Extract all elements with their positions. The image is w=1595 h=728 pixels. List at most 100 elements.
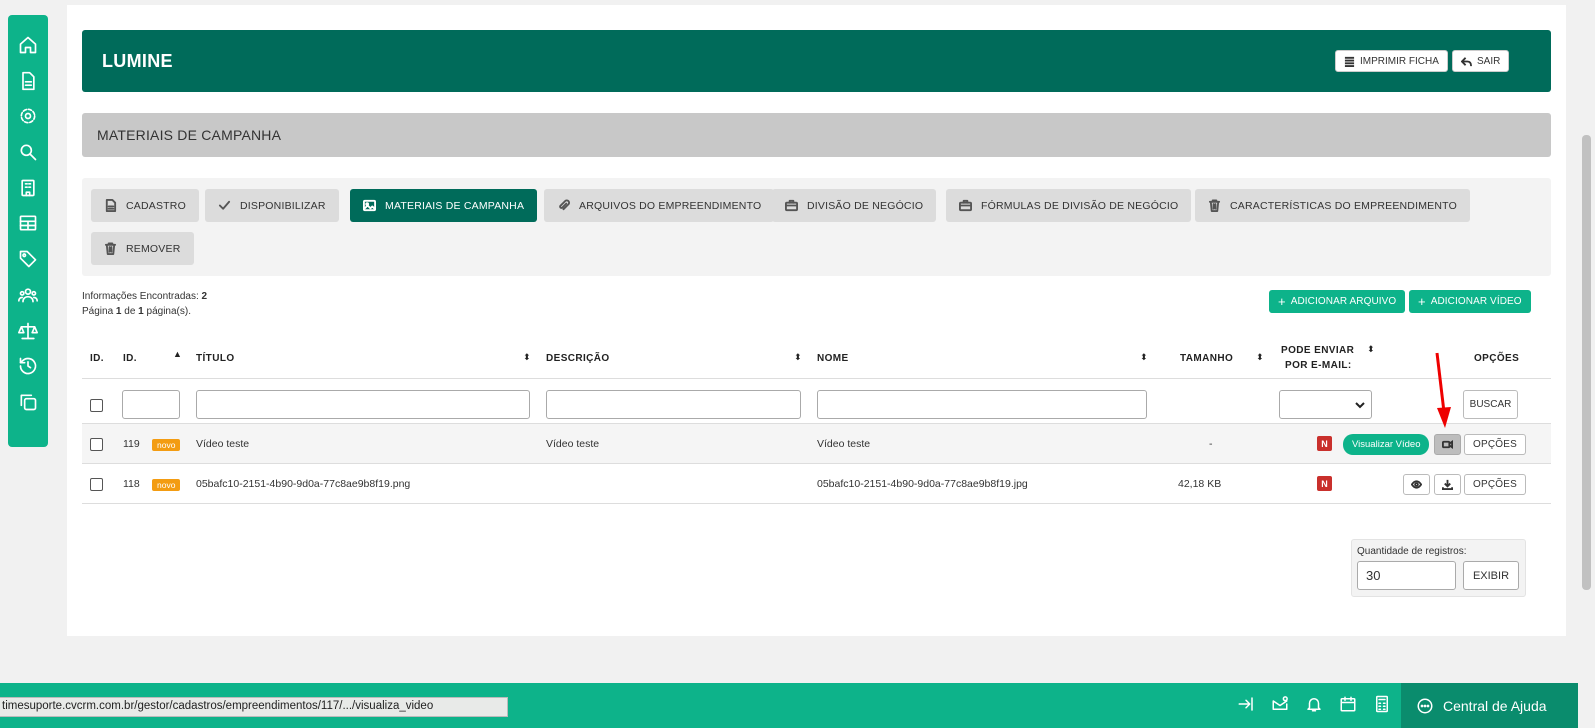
col-id[interactable]: ID. bbox=[123, 353, 137, 364]
row-size: 42,18 KB bbox=[1178, 478, 1222, 490]
building-icon[interactable] bbox=[16, 176, 40, 200]
show-button[interactable]: EXIBIR bbox=[1463, 561, 1519, 590]
records-input[interactable]: 30 bbox=[1357, 561, 1456, 590]
mail-notification-icon[interactable] bbox=[1269, 693, 1291, 715]
home-icon[interactable] bbox=[16, 33, 40, 57]
table-icon[interactable] bbox=[16, 211, 40, 235]
page-header: LUMINE IMPRIMIR FICHA SAIR bbox=[82, 30, 1551, 92]
filter-email-select[interactable] bbox=[1279, 390, 1372, 419]
search-button[interactable]: BUSCAR bbox=[1463, 390, 1518, 419]
exit-button[interactable]: SAIR bbox=[1452, 50, 1510, 72]
tab-remover[interactable]: REMOVER bbox=[91, 232, 194, 265]
main-panel: LUMINE IMPRIMIR FICHA SAIR MATERIAIS DE … bbox=[67, 5, 1566, 636]
row-size: - bbox=[1209, 438, 1213, 450]
section-bar: MATERIAIS DE CAMPANHA bbox=[82, 113, 1551, 157]
sort-icon[interactable]: ⬍ bbox=[1367, 344, 1375, 355]
paperclip-icon bbox=[559, 199, 570, 211]
list-icon bbox=[1344, 56, 1355, 67]
help-center-button[interactable]: Central de Ajuda bbox=[1401, 683, 1578, 728]
row-title: Vídeo teste bbox=[196, 438, 250, 450]
email-no-badge: N bbox=[1317, 436, 1332, 451]
chevron-down-icon bbox=[1355, 402, 1365, 409]
image-icon bbox=[363, 199, 376, 212]
filter-description-input[interactable] bbox=[546, 390, 801, 419]
scale-icon[interactable] bbox=[16, 319, 40, 343]
view-video-tooltip: Visualizar Vídeo bbox=[1343, 434, 1430, 455]
briefcase-icon bbox=[959, 199, 972, 212]
scrollbar[interactable] bbox=[1578, 0, 1595, 728]
col-description[interactable]: DESCRIÇÃO bbox=[546, 353, 610, 364]
add-file-button[interactable]: + ADICIONAR ARQUIVO bbox=[1269, 290, 1406, 313]
plus-icon: + bbox=[1418, 294, 1426, 309]
sign-in-icon[interactable] bbox=[1235, 693, 1257, 715]
plus-icon: + bbox=[1278, 294, 1286, 309]
row-id: 119 bbox=[123, 438, 140, 450]
search-icon[interactable] bbox=[16, 140, 40, 164]
row-name: Vídeo teste bbox=[817, 438, 871, 450]
tab-formulas-de-divisao[interactable]: FÓRMULAS DE DIVISÃO DE NEGÓCIO bbox=[946, 189, 1192, 222]
calculator-icon[interactable] bbox=[1371, 693, 1393, 715]
col-email-line1[interactable]: PODE ENVIAR bbox=[1281, 345, 1354, 356]
col-email-line2: POR E-MAIL: bbox=[1285, 360, 1352, 371]
filter-row: BUSCAR bbox=[82, 380, 1551, 424]
row-checkbox[interactable] bbox=[90, 438, 103, 451]
results-info: Informações Encontradas: 2 Página 1 de 1… bbox=[82, 291, 208, 317]
scrollbar-thumb[interactable] bbox=[1582, 135, 1591, 590]
gear-icon[interactable] bbox=[16, 104, 40, 128]
filter-title-input[interactable] bbox=[196, 390, 530, 419]
calendar-icon[interactable] bbox=[1337, 693, 1359, 715]
tab-cadastro[interactable]: CADASTRO bbox=[91, 189, 199, 222]
new-badge: novo bbox=[152, 479, 181, 491]
sort-asc-icon[interactable]: ▲ bbox=[173, 349, 182, 359]
red-arrow-annotation bbox=[1435, 352, 1451, 428]
table-row: 119 novo Vídeo teste Vídeo teste Vídeo t… bbox=[82, 424, 1551, 464]
download-button[interactable] bbox=[1434, 474, 1461, 495]
reply-icon bbox=[1461, 56, 1472, 66]
print-button[interactable]: IMPRIMIR FICHA bbox=[1335, 50, 1448, 72]
sort-icon[interactable]: ⬍ bbox=[1140, 352, 1148, 363]
filter-id-input[interactable] bbox=[122, 390, 180, 419]
col-id-check: ID. bbox=[90, 353, 104, 364]
select-all-checkbox[interactable] bbox=[90, 399, 103, 412]
add-video-button[interactable]: + ADICIONAR VÍDEO bbox=[1409, 290, 1531, 313]
col-title[interactable]: TÍTULO bbox=[196, 353, 235, 364]
bell-icon[interactable] bbox=[1303, 693, 1325, 715]
briefcase-icon bbox=[785, 199, 798, 212]
trash-icon bbox=[104, 242, 117, 255]
row-description: Vídeo teste bbox=[546, 438, 600, 450]
history-icon[interactable] bbox=[16, 354, 40, 378]
row-options-button[interactable]: OPÇÕES bbox=[1464, 474, 1526, 495]
tab-bar: CADASTRO DISPONIBILIZAR MATERIAIS DE CAM… bbox=[82, 178, 1551, 276]
download-icon bbox=[1442, 479, 1453, 490]
tab-disponibilizar[interactable]: DISPONIBILIZAR bbox=[205, 189, 339, 222]
sidebar bbox=[8, 15, 48, 447]
document-icon bbox=[105, 199, 117, 212]
tab-divisao-de-negocio[interactable]: DIVISÃO DE NEGÓCIO bbox=[772, 189, 937, 222]
page-title: LUMINE bbox=[102, 51, 173, 71]
email-no-badge: N bbox=[1317, 476, 1332, 491]
trash-icon bbox=[1208, 199, 1221, 212]
copy-icon[interactable] bbox=[16, 390, 40, 414]
tab-materiais-de-campanha[interactable]: MATERIAIS DE CAMPANHA bbox=[350, 189, 538, 222]
col-name[interactable]: NOME bbox=[817, 353, 849, 364]
filter-name-input[interactable] bbox=[817, 390, 1147, 419]
row-id: 118 bbox=[123, 478, 140, 490]
row-checkbox[interactable] bbox=[90, 478, 103, 491]
table-header: ID. ID. ▲ TÍTULO ⬍ DESCRIÇÃO ⬍ NOME ⬍ TA… bbox=[82, 335, 1551, 379]
col-size[interactable]: TAMANHO bbox=[1180, 353, 1233, 364]
sort-icon[interactable]: ⬍ bbox=[794, 352, 802, 363]
tag-icon[interactable] bbox=[16, 247, 40, 271]
sort-icon[interactable]: ⬍ bbox=[523, 352, 531, 363]
section-title: MATERIAIS DE CAMPANHA bbox=[97, 127, 282, 143]
view-button[interactable] bbox=[1403, 474, 1430, 495]
tab-arquivos-do-empreendimento[interactable]: ARQUIVOS DO EMPREENDIMENTO bbox=[544, 189, 775, 222]
document-icon[interactable] bbox=[16, 69, 40, 93]
users-icon[interactable] bbox=[16, 283, 40, 307]
table-row: 118 novo 05bafc10-2151-4b90-9d0a-77c8ae9… bbox=[82, 464, 1551, 504]
tab-caracteristicas[interactable]: CARACTERÍSTICAS DO EMPREENDIMENTO bbox=[1195, 189, 1470, 222]
status-bar-url: timesuporte.cvcrm.com.br/gestor/cadastro… bbox=[0, 697, 509, 717]
col-options: OPÇÕES bbox=[1474, 353, 1520, 364]
row-options-button[interactable]: OPÇÕES bbox=[1464, 434, 1526, 455]
sort-icon[interactable]: ⬍ bbox=[1256, 352, 1264, 363]
view-video-button[interactable] bbox=[1434, 434, 1461, 455]
